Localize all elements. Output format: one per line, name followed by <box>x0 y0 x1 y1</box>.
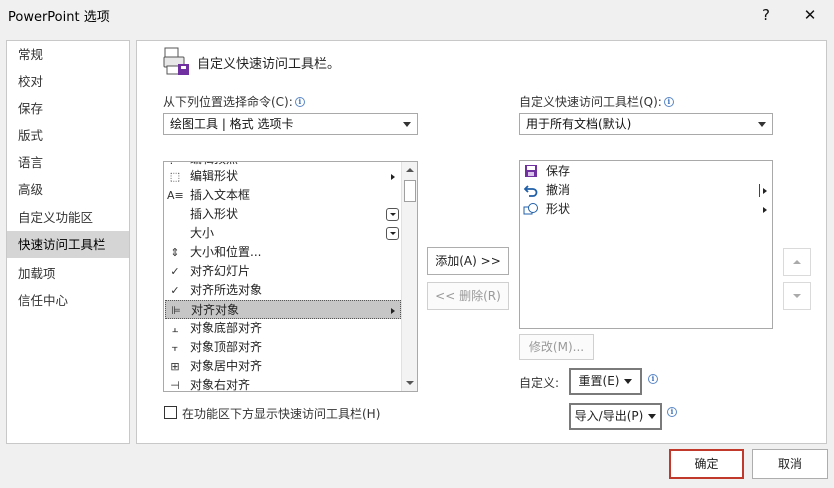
list-item[interactable]: 保存 <box>521 162 771 181</box>
close-button[interactable]: ✕ <box>790 0 830 30</box>
choose-commands-combo-value: 绘图工具 | 格式 选项卡 <box>170 117 294 131</box>
align-top-icon: ⫟ <box>171 341 179 354</box>
list-item[interactable]: ⊣ 对象右对齐 <box>165 376 401 392</box>
info-icon: i <box>663 97 674 107</box>
shapes-icon <box>523 202 539 217</box>
move-down-button[interactable] <box>783 282 811 310</box>
arrow-down-icon <box>793 294 801 298</box>
customize-qat-label: 自定义快速访问工具栏(Q): i <box>519 93 674 110</box>
import-export-button[interactable]: 导入/导出(P) <box>569 403 662 430</box>
nav-item-advanced[interactable]: 高级 <box>7 176 129 203</box>
size-position-icon: ⇕ <box>170 246 180 259</box>
nav-item-addins[interactable]: 加载项 <box>7 260 129 287</box>
help-icon: ? <box>762 6 770 24</box>
modify-button[interactable]: 修改(M)... <box>519 334 594 360</box>
list-item[interactable]: 形状 <box>521 200 771 219</box>
remove-button[interactable]: << 删除(R) <box>427 282 509 310</box>
split-divider <box>759 184 760 197</box>
info-icon: i <box>648 374 658 384</box>
arrow-down-icon <box>405 380 414 385</box>
move-up-button[interactable] <box>783 248 811 276</box>
info-icon: i <box>667 407 677 417</box>
page-title: 自定义快速访问工具栏。 <box>197 57 341 72</box>
choose-commands-label: 从下列位置选择命令(C): i <box>163 93 305 110</box>
list-item[interactable]: ⊞ 对象居中对齐 <box>165 357 401 376</box>
check-icon: ✓ <box>170 265 180 278</box>
scroll-up-button[interactable] <box>402 162 417 177</box>
nav-item-layout[interactable]: 版式 <box>7 122 129 149</box>
chevron-right-icon <box>763 188 767 194</box>
scroll-thumb[interactable] <box>404 180 416 202</box>
choose-commands-label-text: 从下列位置选择命令(C): <box>163 95 293 109</box>
window-title: PowerPoint 选项 <box>8 10 110 25</box>
scroll-down-button[interactable] <box>402 375 417 390</box>
list-item[interactable]: 大小 <box>165 224 401 243</box>
list-item[interactable]: ✓ 对齐幻灯片 <box>165 262 401 281</box>
align-bottom-icon: ⫠ <box>171 322 179 335</box>
vertical-scrollbar[interactable] <box>401 162 417 391</box>
list-item[interactable]: ✓ 对齐所选对象 <box>165 281 401 300</box>
ok-button[interactable]: 确定 <box>669 449 744 479</box>
list-item-selected[interactable]: ⊫ 对齐对象 <box>165 300 401 319</box>
dropdown-arrow-icon <box>386 227 399 240</box>
save-icon <box>523 164 539 179</box>
chevron-down-icon <box>403 122 411 127</box>
list-item[interactable]: ⫟ 对象顶部对齐 <box>165 338 401 357</box>
customize-qat-label-text: 自定义快速访问工具栏(Q): <box>519 95 662 109</box>
reset-button[interactable]: 重置(E) <box>569 368 642 395</box>
choose-commands-combo[interactable]: 绘图工具 | 格式 选项卡 <box>163 113 418 135</box>
align-center-icon: ⊞ <box>170 360 180 373</box>
text-box-icon: A≡ <box>167 189 184 202</box>
list-item[interactable]: ⬚ 编辑形状 <box>165 167 401 186</box>
info-icon: i <box>294 97 305 107</box>
check-icon: ✓ <box>170 284 180 297</box>
nav-item-save[interactable]: 保存 <box>7 95 129 122</box>
nav-item-quick-access-toolbar[interactable]: 快速访问工具栏 <box>7 231 129 258</box>
list-item[interactable]: 插入形状 <box>165 205 401 224</box>
qat-commands-list[interactable]: 保存 撤消 形状 <box>519 160 773 329</box>
list-item[interactable]: ⇕ 大小和位置... <box>165 243 401 262</box>
options-nav: 常规 校对 保存 版式 语言 高级 自定义功能区 快速访问工具栏 加载项 信任中… <box>6 40 130 444</box>
list-item[interactable]: ⫠ 对象底部对齐 <box>165 319 401 338</box>
chevron-right-icon <box>391 308 395 314</box>
show-below-ribbon-label: 在功能区下方显示快速访问工具栏(H) <box>182 407 381 421</box>
chevron-down-icon <box>624 379 633 384</box>
cancel-button[interactable]: 取消 <box>752 449 828 479</box>
toolbar-customize-icon <box>163 47 191 77</box>
arrow-up-icon <box>405 167 414 172</box>
qat-scope-combo[interactable]: 用于所有文档(默认) <box>519 113 773 135</box>
close-icon: ✕ <box>803 6 817 24</box>
help-button[interactable]: ? <box>746 0 786 30</box>
nav-item-customize-ribbon[interactable]: 自定义功能区 <box>7 204 129 231</box>
add-button[interactable]: 添加(A) >> <box>427 247 509 275</box>
nav-item-general[interactable]: 常规 <box>7 41 129 68</box>
available-commands-list[interactable]: ⋰ 编辑顶点 ⬚ 编辑形状 A≡ 插入文本框 插入形状 大小 ⇕ 大小和位置..… <box>163 161 418 392</box>
list-item[interactable]: A≡ 插入文本框 <box>165 186 401 205</box>
chevron-down-icon <box>648 414 657 419</box>
undo-icon <box>523 183 539 198</box>
nav-item-proofing[interactable]: 校对 <box>7 68 129 95</box>
customize-label: 自定义: <box>519 376 560 390</box>
chevron-right-icon <box>763 207 767 213</box>
list-item[interactable]: 撤消 <box>521 181 771 200</box>
arrow-up-icon <box>793 260 801 264</box>
edit-shape-icon: ⬚ <box>169 170 181 183</box>
align-right-icon: ⊣ <box>170 379 180 392</box>
chevron-down-icon <box>758 122 766 127</box>
nav-item-language[interactable]: 语言 <box>7 149 129 176</box>
qat-scope-combo-value: 用于所有文档(默认) <box>526 117 632 131</box>
align-icon: ⊫ <box>171 304 181 317</box>
nav-item-trust-center[interactable]: 信任中心 <box>7 287 129 314</box>
show-below-ribbon-checkbox[interactable] <box>164 406 177 419</box>
dropdown-arrow-icon <box>386 208 399 221</box>
chevron-right-icon <box>391 174 395 180</box>
